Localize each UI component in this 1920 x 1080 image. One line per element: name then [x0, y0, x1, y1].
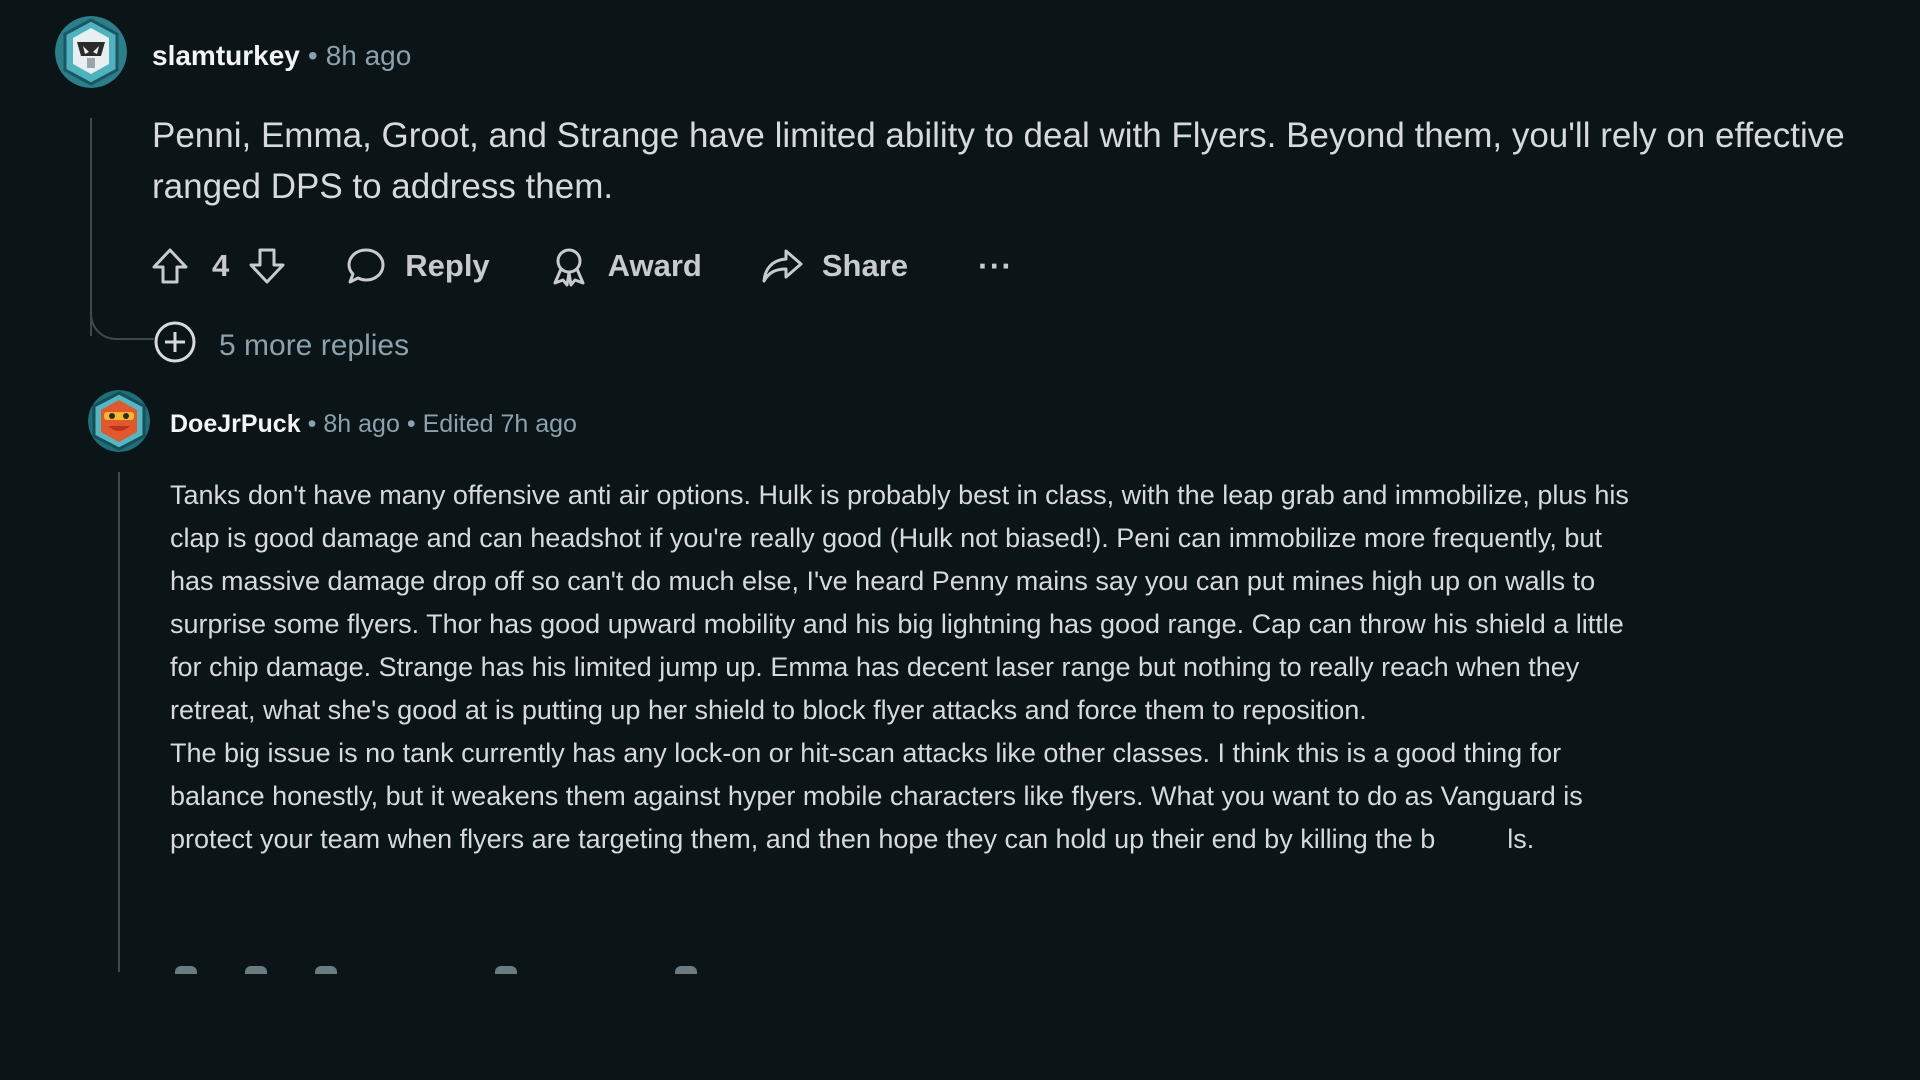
comment-body: Penni, Emma, Groot, and Strange have lim…: [152, 116, 1845, 206]
author-name[interactable]: slamturkey: [152, 40, 300, 71]
comment-meta: slamturkey • 8h ago: [152, 36, 411, 76]
separator-dot: •: [406, 410, 416, 438]
author-name[interactable]: DoeJrPuck: [170, 410, 301, 438]
reply-label: Reply: [405, 248, 490, 283]
edited-label: Edited 7h ago: [422, 410, 577, 438]
share-label: Share: [821, 248, 909, 283]
page-bottom: [0, 990, 1920, 1080]
arrow-up-icon[interactable]: [175, 966, 197, 974]
paragraph-text: The big issue is no tank currently has a…: [170, 738, 1583, 854]
arrow-down-icon[interactable]: [247, 246, 287, 286]
comment-body: Tanks don't have many offensive anti air…: [170, 474, 1650, 861]
avatar[interactable]: [55, 16, 127, 88]
award-ribbon-icon[interactable]: [495, 966, 517, 974]
reply-button[interactable]: Reply: [345, 245, 490, 287]
avatar[interactable]: [88, 390, 150, 452]
chat-bubble-icon: [345, 245, 387, 287]
vote-group: 4: [150, 246, 287, 286]
paragraph-text-end: ls.: [1507, 824, 1535, 854]
arrow-down-icon[interactable]: [245, 966, 267, 974]
award-ribbon-icon: [548, 245, 590, 287]
comment-paragraph: Tanks don't have many offensive anti air…: [170, 480, 1629, 725]
more-replies-label: 5 more replies: [219, 329, 410, 362]
vote-count: 4: [212, 248, 230, 283]
thread-line[interactable]: [118, 472, 120, 972]
share-arrow-icon: [760, 245, 804, 287]
comment-paragraph: The big issue is no tank currently has a…: [170, 732, 1650, 861]
award-label: Award: [607, 248, 702, 283]
thread-connector: [90, 300, 154, 340]
comment-meta: DoeJrPuck • 8h ago • Edited 7h ago: [170, 406, 577, 442]
more-options-button[interactable]: ···: [978, 248, 1013, 285]
more-options-icon: ···: [978, 247, 1013, 284]
separator-dot: •: [307, 40, 318, 71]
chat-bubble-icon[interactable]: [315, 966, 337, 974]
timestamp[interactable]: 8h ago: [326, 40, 412, 71]
arrow-up-icon[interactable]: [150, 246, 190, 286]
timestamp[interactable]: 8h ago: [323, 410, 399, 438]
redacted-overlay: [1435, 825, 1508, 856]
plus-circle-icon: [153, 320, 197, 372]
comment-slamturkey: slamturkey • 8h ago Penni, Emma, Groot, an…: [0, 0, 1920, 380]
separator-dot: •: [307, 410, 317, 438]
comment-actions-cutoff: [175, 966, 697, 988]
share-arrow-icon[interactable]: [675, 966, 697, 974]
share-button[interactable]: Share: [760, 245, 908, 287]
award-button[interactable]: Award: [548, 245, 702, 287]
more-replies-button[interactable]: 5 more replies: [153, 321, 410, 368]
comment-doejrpuck: DoeJrPuck • 8h ago • Edited 7h ago Tanks don…: [0, 380, 1920, 990]
comment-actions: 4 Reply Award Share ···: [150, 238, 1013, 294]
comment-thread: slamturkey • 8h ago Penni, Emma, Groot, an…: [0, 0, 1920, 1080]
